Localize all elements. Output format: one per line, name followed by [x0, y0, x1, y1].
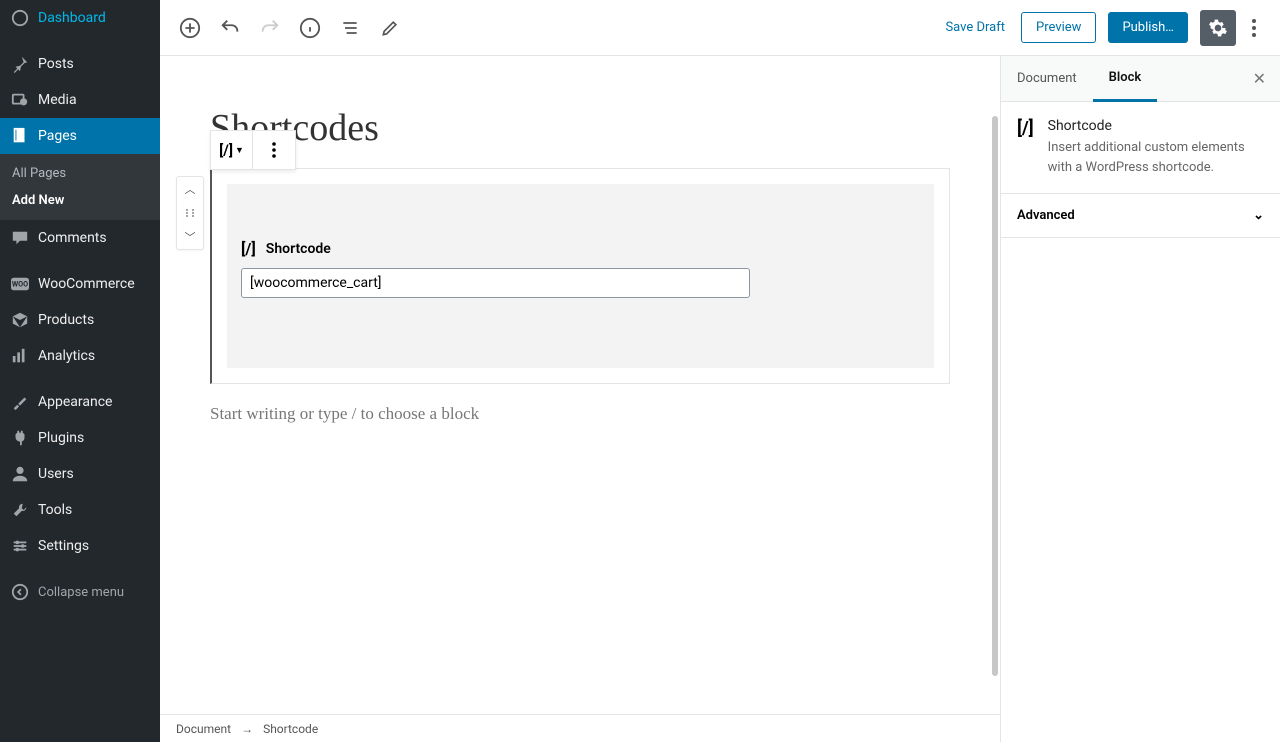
settings-panel: Document Block ✕ [/] Shortcode Insert ad…	[1000, 56, 1280, 742]
preview-button[interactable]: Preview	[1021, 12, 1096, 43]
editor-column: Shortcodes [/]▼ ︿	[160, 56, 1000, 742]
sidebar-label: Plugins	[38, 430, 84, 446]
woo-icon: WOO	[10, 274, 30, 294]
sidebar-label: Users	[38, 466, 74, 482]
sidebar-label: Tools	[38, 502, 72, 518]
tab-document[interactable]: Document	[1001, 57, 1093, 100]
comment-icon	[10, 228, 30, 248]
shortcode-icon: [/]	[219, 141, 233, 159]
sidebar-item-plugins[interactable]: Plugins	[0, 420, 160, 456]
sidebar-item-woocommerce[interactable]: WOO WooCommerce	[0, 266, 160, 302]
drag-handle[interactable]	[177, 201, 203, 225]
chevron-down-icon: ⌄	[1253, 208, 1264, 223]
sidebar-collapse[interactable]: Collapse menu	[0, 574, 160, 610]
sidebar-item-comments[interactable]: Comments	[0, 220, 160, 256]
products-icon	[10, 310, 30, 330]
editor-topbar: Save Draft Preview Publish…	[160, 0, 1280, 56]
sidebar-item-appearance[interactable]: Appearance	[0, 384, 160, 420]
shortcode-block-wrapper: [/]▼ ︿ ﹀	[210, 168, 950, 384]
submenu-all-pages[interactable]: All Pages	[0, 160, 160, 187]
analytics-icon	[10, 346, 30, 366]
settings-icon	[10, 536, 30, 556]
sidebar-item-settings[interactable]: Settings	[0, 528, 160, 564]
sidebar-label: WooCommerce	[38, 276, 135, 292]
dashboard-icon	[10, 8, 30, 28]
page-icon	[10, 126, 30, 146]
media-icon	[10, 90, 30, 110]
svg-text:WOO: WOO	[12, 280, 28, 289]
sidebar-label: Analytics	[38, 348, 95, 364]
page-title-input[interactable]: Shortcodes	[210, 106, 950, 150]
sidebar-label: Dashboard	[38, 10, 106, 26]
panel-block-description: Insert additional custom elements with a…	[1048, 138, 1264, 177]
breadcrumb-leaf[interactable]: Shortcode	[263, 722, 318, 736]
shortcode-block[interactable]: [/] Shortcode	[210, 168, 950, 384]
pin-icon	[10, 54, 30, 74]
sidebar-label: Pages	[38, 128, 77, 144]
add-block-button[interactable]	[172, 10, 208, 46]
sidebar-item-products[interactable]: Products	[0, 302, 160, 338]
tab-block[interactable]: Block	[1093, 56, 1158, 102]
sidebar-item-posts[interactable]: Posts	[0, 46, 160, 82]
user-icon	[10, 464, 30, 484]
admin-sidebar: Dashboard Posts Media Pages All Pages Ad…	[0, 0, 160, 742]
shortcode-icon: [/]	[1017, 118, 1034, 177]
editor-main: Save Draft Preview Publish… Shortcodes […	[160, 0, 1280, 742]
info-button[interactable]	[292, 10, 328, 46]
panel-body: [/] Shortcode Insert additional custom e…	[1001, 102, 1280, 193]
tool-icon	[10, 500, 30, 520]
more-menu-button[interactable]	[1240, 10, 1268, 46]
submenu-add-new[interactable]: Add New	[0, 187, 160, 214]
panel-tabs: Document Block ✕	[1001, 56, 1280, 102]
sidebar-label: Posts	[38, 56, 74, 72]
block-toolbar: [/]▼	[210, 130, 296, 170]
sidebar-submenu-pages: All Pages Add New	[0, 154, 160, 220]
breadcrumb-separator: →	[241, 722, 253, 736]
editor-canvas-scroll[interactable]: Shortcodes [/]▼ ︿	[160, 56, 1000, 714]
sidebar-item-pages[interactable]: Pages	[0, 118, 160, 154]
close-panel-button[interactable]: ✕	[1239, 69, 1280, 88]
breadcrumb-root[interactable]: Document	[176, 722, 231, 736]
sidebar-label: Media	[38, 92, 77, 108]
sidebar-item-media[interactable]: Media	[0, 82, 160, 118]
undo-button[interactable]	[212, 10, 248, 46]
outline-button[interactable]	[332, 10, 368, 46]
sidebar-label: Comments	[38, 230, 107, 246]
panel-block-title: Shortcode	[1048, 118, 1264, 134]
sidebar-item-tools[interactable]: Tools	[0, 492, 160, 528]
sidebar-label: Appearance	[38, 394, 112, 410]
sidebar-item-dashboard[interactable]: Dashboard	[0, 0, 160, 36]
edit-mode-button[interactable]	[372, 10, 408, 46]
shortcode-input[interactable]	[241, 268, 750, 298]
shortcode-icon: [/]	[241, 239, 256, 258]
panel-section-advanced[interactable]: Advanced ⌄	[1001, 193, 1280, 238]
sidebar-item-analytics[interactable]: Analytics	[0, 338, 160, 374]
sidebar-label: Products	[38, 312, 94, 328]
block-more-options[interactable]	[253, 131, 295, 169]
block-breadcrumb: Document → Shortcode	[160, 714, 1000, 742]
editor-workspace: Shortcodes [/]▼ ︿	[160, 56, 1280, 742]
save-draft-button[interactable]: Save Draft	[933, 12, 1017, 43]
move-up-button[interactable]: ︿	[177, 177, 203, 201]
sidebar-item-users[interactable]: Users	[0, 456, 160, 492]
appearance-icon	[10, 392, 30, 412]
plugin-icon	[10, 428, 30, 448]
collapse-icon	[10, 582, 30, 602]
move-down-button[interactable]: ﹀	[177, 225, 203, 249]
shortcode-block-label: Shortcode	[266, 241, 331, 257]
new-block-placeholder[interactable]: Start writing or type / to choose a bloc…	[210, 404, 950, 424]
sidebar-label: Settings	[38, 538, 89, 554]
block-movers: ︿ ﹀	[176, 176, 204, 250]
collapse-label: Collapse menu	[38, 585, 124, 600]
panel-section-label: Advanced	[1017, 208, 1075, 223]
settings-panel-toggle[interactable]	[1200, 10, 1236, 46]
scrollbar[interactable]	[992, 116, 998, 676]
publish-button[interactable]: Publish…	[1108, 12, 1188, 43]
block-type-switcher[interactable]: [/]▼	[211, 131, 253, 169]
redo-button[interactable]	[252, 10, 288, 46]
